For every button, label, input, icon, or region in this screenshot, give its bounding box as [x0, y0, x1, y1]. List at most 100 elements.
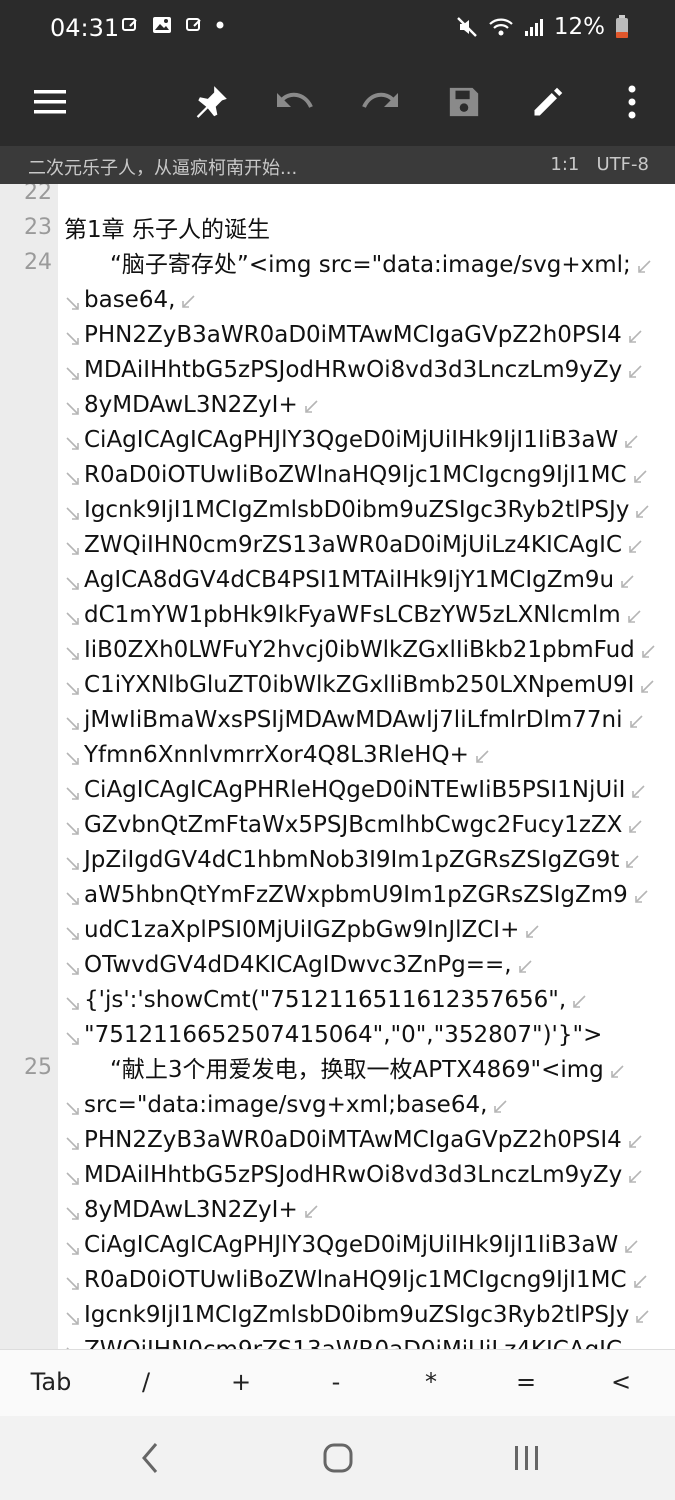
wrap-continuation-icon — [64, 645, 82, 663]
editor-line[interactable]: aW5hbnQtYmFzZWxpbmU9Im1pZGRsZSIgZm9 — [0, 878, 675, 913]
editor-line[interactable]: 25 “献上3个用爱发电，换取一枚APTX4869"<img — [0, 1053, 675, 1088]
editor-line[interactable]: src="data:image/svg+xml;base64, — [0, 1088, 675, 1123]
key-tab[interactable]: Tab — [21, 1368, 81, 1396]
wrap-arrow-icon — [626, 328, 644, 346]
editor-line[interactable]: "7512116652507415064","0","352807")'}"> — [0, 1018, 675, 1053]
wrap-continuation-icon — [64, 995, 82, 1013]
redo-icon[interactable] — [350, 72, 410, 132]
line-text: PHN2ZyB3aWR0aD0iMTAwMCIgaGVpZ2h0PSI4 — [84, 1127, 622, 1153]
wrap-arrow-icon — [473, 748, 491, 766]
file-info-bar: 二次元乐子人，从逼疯柯南开始... 1:1 UTF-8 — [0, 146, 675, 184]
encoding-label: UTF-8 — [596, 154, 649, 175]
line-text: CiAgICAgICAgPHRleHQgeD0iNTEwIiB5PSI1NjUi… — [84, 777, 626, 803]
undo-icon[interactable] — [265, 72, 325, 132]
editor-line[interactable]: 22 — [0, 184, 675, 213]
editor-line[interactable]: 8yMDAwL3N2ZyI+ — [0, 1193, 675, 1228]
wrap-continuation-icon — [64, 890, 82, 908]
key-minus[interactable]: - — [306, 1368, 366, 1396]
recents-icon[interactable] — [497, 1438, 557, 1478]
menu-icon[interactable] — [20, 72, 80, 132]
editor-line[interactable]: CiAgICAgICAgPHJlY3QgeD0iMjUiIHk9IjI1IiB3… — [0, 423, 675, 458]
wrap-continuation-icon — [64, 330, 82, 348]
editor-line[interactable]: AgICA8dGV4dCB4PSI1MTAiIHk9IjY1MCIgZm9u — [0, 563, 675, 598]
dot-icon — [216, 21, 224, 29]
wrap-continuation-icon — [64, 1170, 82, 1188]
battery-icon — [616, 15, 628, 38]
editor-line[interactable]: jMwIiBmaWxsPSIjMDAwMDAwIj7liLfmlrDlm77ni — [0, 703, 675, 738]
line-text: GZvbnQtZmFtaWx5PSJBcmlhbCwgc2Fucy1zZX — [84, 812, 623, 838]
wrap-continuation-icon — [64, 1205, 82, 1223]
wrap-arrow-icon — [179, 293, 197, 311]
wrap-arrow-icon — [629, 783, 647, 801]
back-icon[interactable] — [120, 1438, 180, 1478]
wrap-continuation-icon — [64, 505, 82, 523]
notification-icon — [186, 18, 201, 31]
wrap-arrow-icon — [618, 573, 636, 591]
editor-line[interactable]: 8yMDAwL3N2ZyI+ — [0, 388, 675, 423]
pin-icon[interactable] — [181, 72, 241, 132]
key-less-than[interactable]: < — [591, 1368, 651, 1396]
home-icon[interactable] — [308, 1438, 368, 1478]
line-text: src="data:image/svg+xml;base64, — [84, 1092, 488, 1118]
edit-icon[interactable] — [518, 72, 578, 132]
mute-icon — [457, 17, 477, 37]
wrap-arrow-icon — [626, 1168, 644, 1186]
line-text: "7512116652507415064","0","352807")'}"> — [84, 1022, 603, 1048]
editor-line[interactable]: dC1mYW1pbHk9IkFyaWFsLCBzYW5zLXNlcmlm — [0, 598, 675, 633]
wrap-continuation-icon — [64, 715, 82, 733]
editor-line[interactable]: 24 “脑子寄存处”<img src="data:image/svg+xml; — [0, 248, 675, 283]
editor-line[interactable]: C1iYXNlbGluZT0ibWlkZGxlIiBmb250LXNpemU9I — [0, 668, 675, 703]
editor-line[interactable]: ZWQiIHN0cm9rZS13aWR0aD0iMjUiLz4KICAgIC — [0, 528, 675, 563]
editor-line[interactable]: R0aD0iOTUwIiBoZWlnaHQ9Ijc1MCIgcng9IjI1MC — [0, 458, 675, 493]
line-text: aW5hbnQtYmFzZWxpbmU9Im1pZGRsZSIgZm9 — [84, 882, 628, 908]
editor-line[interactable]: CiAgICAgICAgPHJlY3QgeD0iMjUiIHk9IjI1IiB3… — [0, 1228, 675, 1263]
key-plus[interactable]: + — [211, 1368, 271, 1396]
wrap-arrow-icon — [635, 258, 653, 276]
key-asterisk[interactable]: * — [401, 1368, 461, 1396]
wrap-continuation-icon — [64, 400, 82, 418]
line-text: R0aD0iOTUwIiBoZWlnaHQ9Ijc1MCIgcng9IjI1MC — [84, 1267, 627, 1293]
line-text: CiAgICAgICAgPHJlY3QgeD0iMjUiIHk9IjI1IiB3… — [84, 427, 619, 453]
wrap-arrow-icon — [632, 888, 650, 906]
wrap-arrow-icon — [626, 363, 644, 381]
editor-line[interactable]: Igcnk9IjI1MCIgZmlsbD0ibm9uZSIgc3Ryb2tlPS… — [0, 1298, 675, 1333]
wrap-continuation-icon — [64, 1275, 82, 1293]
wrap-arrow-icon — [626, 818, 644, 836]
editor-line[interactable]: OTwvdGV4dD4KICAgIDwvc3ZnPg==, — [0, 948, 675, 983]
editor-line[interactable]: CiAgICAgICAgPHRleHQgeD0iNTEwIiB5PSI1NjUi… — [0, 773, 675, 808]
wrap-continuation-icon — [64, 680, 82, 698]
line-text: JpZiIgdGV4dC1hbmNob3I9Im1pZGRsZSIgZG9t — [84, 847, 620, 873]
editor-line[interactable]: 23 第1章 乐子人的诞生 — [0, 213, 675, 248]
wrap-arrow-icon — [633, 1308, 651, 1326]
file-title: 二次元乐子人，从逼疯柯南开始... — [28, 158, 298, 179]
status-time: 04:31 — [50, 14, 120, 42]
editor-line[interactable]: {'js':'showCmt("7512116511612357656", — [0, 983, 675, 1018]
editor-line[interactable]: PHN2ZyB3aWR0aD0iMTAwMCIgaGVpZ2h0PSI4 — [0, 1123, 675, 1158]
editor-line[interactable]: R0aD0iOTUwIiBoZWlnaHQ9Ijc1MCIgcng9IjI1MC — [0, 1263, 675, 1298]
editor-line[interactable]: Yfmn6XnnlvmrrXor4Q8L3RleHQ+ — [0, 738, 675, 773]
editor-line[interactable]: JpZiIgdGV4dC1hbmNob3I9Im1pZGRsZSIgZG9t — [0, 843, 675, 878]
key-equals[interactable]: = — [496, 1368, 556, 1396]
wrap-arrow-icon — [626, 1133, 644, 1151]
more-vertical-icon[interactable] — [602, 72, 662, 132]
wrap-arrow-icon — [608, 1063, 626, 1081]
key-slash[interactable]: / — [116, 1368, 176, 1396]
wrap-arrow-icon — [302, 1203, 320, 1221]
text-editor[interactable]: 22 23 第1章 乐子人的诞生 24 “脑子寄存处”<img src="data:i… — [0, 184, 675, 1349]
wrap-arrow-icon — [625, 608, 643, 626]
editor-line[interactable]: MDAiIHhtbG5zPSJodHRwOi8vd3d3LnczLm9yZy — [0, 1158, 675, 1193]
editor-line[interactable]: Igcnk9IjI1MCIgZmlsbD0ibm9uZSIgc3Ryb2tlPS… — [0, 493, 675, 528]
save-icon[interactable] — [434, 72, 494, 132]
editor-line[interactable]: ZWQiIHN0cm9rZS13aWR0aD0iMjUiLz4KICAgIC — [0, 1333, 675, 1349]
wrap-continuation-icon — [64, 1030, 82, 1048]
editor-line[interactable]: IiB0ZXh0LWFuY2hvcj0ibWlkZGxlIiBkb21pbmFu… — [0, 633, 675, 668]
line-number: 23 — [24, 215, 52, 240]
wrap-continuation-icon — [64, 1240, 82, 1258]
editor-line[interactable]: PHN2ZyB3aWR0aD0iMTAwMCIgaGVpZ2h0PSI4 — [0, 318, 675, 353]
editor-line[interactable]: base64, — [0, 283, 675, 318]
editor-line[interactable]: GZvbnQtZmFtaWx5PSJBcmlhbCwgc2Fucy1zZX — [0, 808, 675, 843]
editor-line[interactable]: MDAiIHhtbG5zPSJodHRwOi8vd3d3LnczLm9yZy — [0, 353, 675, 388]
editor-line[interactable]: udC1zaXplPSI0MjUiIGZpbGw9InJlZCI+ — [0, 913, 675, 948]
wrap-continuation-icon — [64, 435, 82, 453]
line-text: 第1章 乐子人的诞生 — [64, 217, 270, 243]
